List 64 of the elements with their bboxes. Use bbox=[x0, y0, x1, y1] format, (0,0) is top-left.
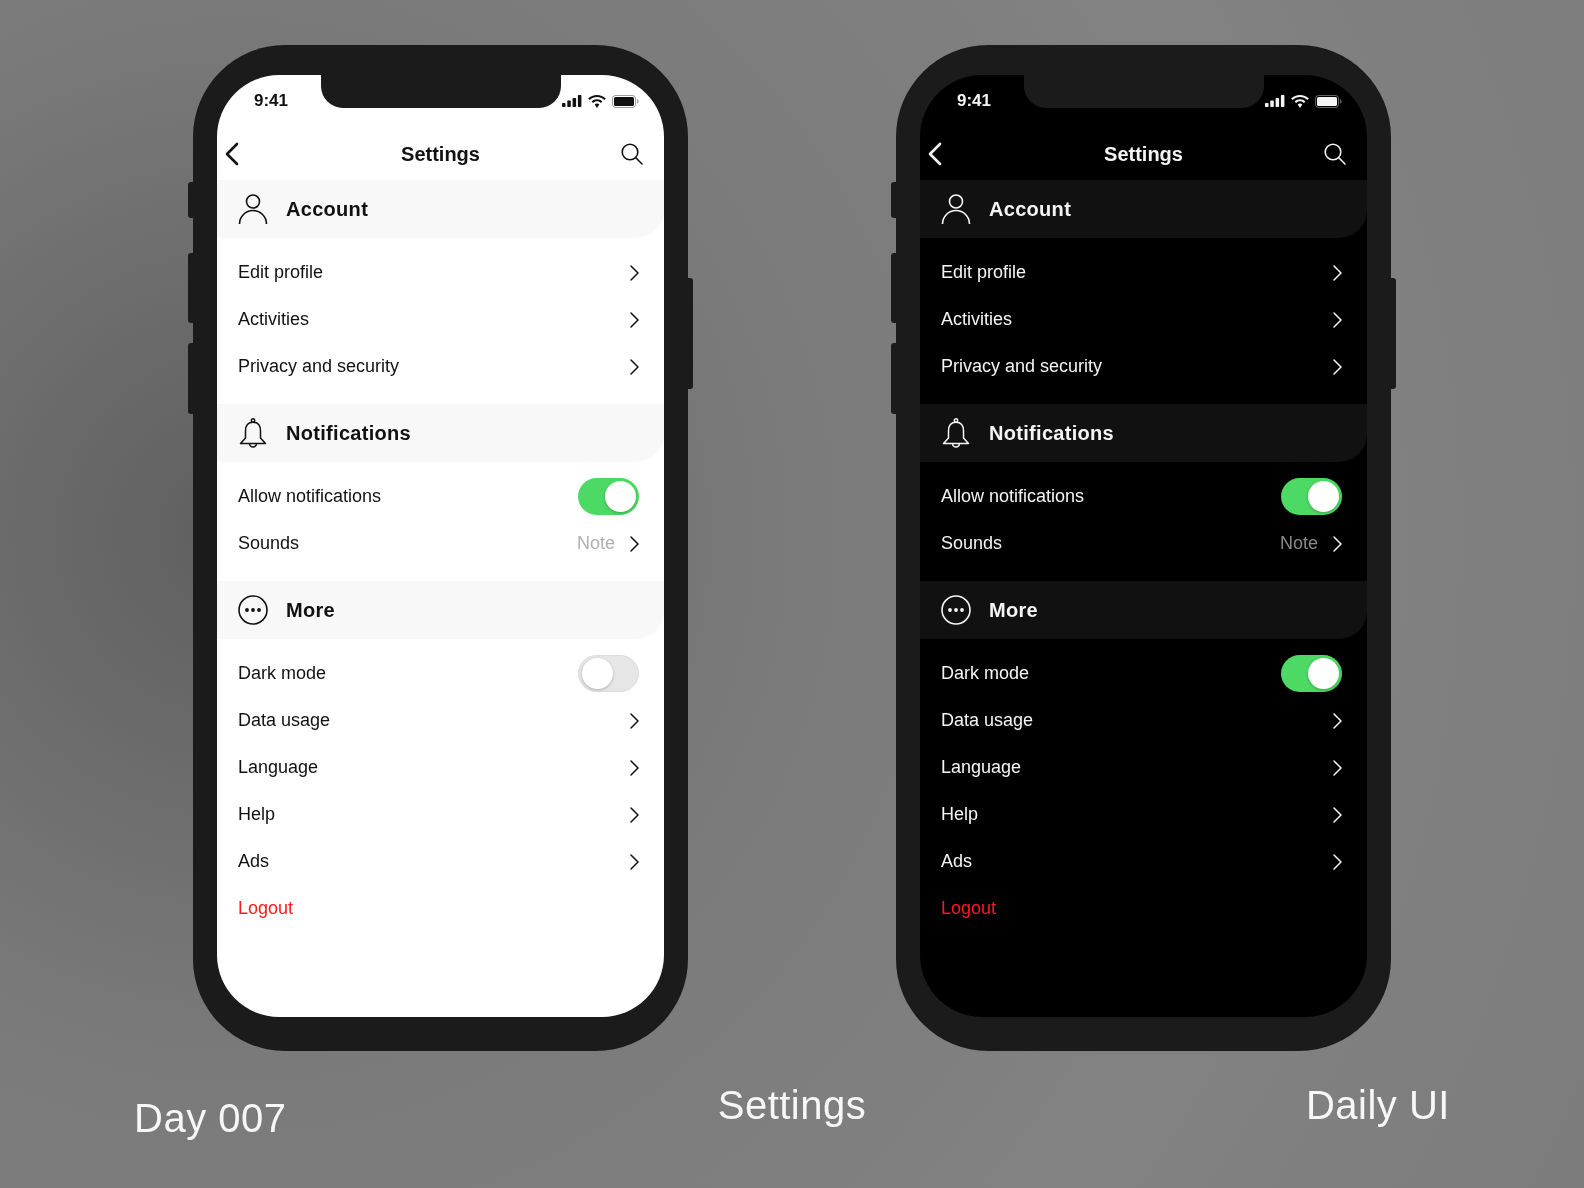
logout-link[interactable]: Logout bbox=[941, 895, 997, 922]
row-label[interactable]: Help bbox=[941, 801, 979, 828]
row-label: Dark mode bbox=[941, 662, 1030, 685]
caption-text: Settings bbox=[717, 1085, 867, 1125]
chevron-right-icon[interactable] bbox=[630, 712, 639, 729]
chevron-right-icon[interactable] bbox=[630, 311, 639, 328]
row-label: Dark mode bbox=[238, 662, 327, 685]
row-label[interactable]: Ads bbox=[238, 848, 270, 875]
status-time: 9:41 bbox=[957, 90, 992, 113]
chevron-left-icon[interactable] bbox=[225, 141, 239, 166]
row-label[interactable]: Sounds bbox=[238, 530, 300, 557]
section-title: More bbox=[989, 598, 1038, 623]
row-label[interactable]: Language bbox=[238, 754, 319, 781]
toggle-switch[interactable] bbox=[578, 478, 639, 515]
more-dots-icon bbox=[238, 595, 268, 625]
signal-icon bbox=[562, 95, 582, 107]
caption-text: Daily UI bbox=[1305, 1085, 1450, 1125]
chevron-right-icon[interactable] bbox=[630, 853, 639, 870]
bell-icon bbox=[941, 417, 971, 449]
screen-title: Settings bbox=[401, 141, 480, 167]
row-label[interactable]: Privacy and security bbox=[941, 353, 1103, 380]
person-icon bbox=[941, 194, 971, 224]
section-title: Notifications bbox=[286, 421, 411, 446]
status-time: 9:41 bbox=[254, 90, 289, 113]
chevron-right-icon[interactable] bbox=[630, 264, 639, 281]
chevron-right-icon[interactable] bbox=[630, 759, 639, 776]
search-icon[interactable] bbox=[621, 142, 643, 165]
search-icon[interactable] bbox=[1324, 142, 1346, 165]
row-label[interactable]: Ads bbox=[941, 848, 973, 875]
row-label: Allow notifications bbox=[941, 485, 1085, 508]
row-label[interactable]: Edit profile bbox=[238, 259, 324, 286]
row-value: Note bbox=[576, 532, 615, 555]
chevron-right-icon[interactable] bbox=[630, 535, 639, 552]
toggle-switch[interactable] bbox=[1281, 478, 1342, 515]
person-icon bbox=[238, 194, 268, 224]
row-label[interactable]: Sounds bbox=[941, 530, 1003, 557]
logout-link[interactable]: Logout bbox=[238, 895, 294, 922]
wifi-icon bbox=[1291, 94, 1309, 108]
toggle-switch[interactable] bbox=[578, 655, 639, 692]
caption-text: Day 007 bbox=[134, 1098, 287, 1138]
row-label[interactable]: Help bbox=[238, 801, 276, 828]
section-title: Account bbox=[286, 197, 369, 222]
screen-title: Settings bbox=[1104, 141, 1183, 167]
row-label[interactable]: Activities bbox=[238, 306, 309, 333]
row-label[interactable]: Edit profile bbox=[941, 259, 1027, 286]
section-title: Notifications bbox=[989, 421, 1114, 446]
row-value: Note bbox=[1279, 532, 1318, 555]
battery-icon bbox=[612, 94, 639, 108]
chevron-right-icon[interactable] bbox=[630, 358, 639, 375]
signal-icon bbox=[1265, 95, 1285, 107]
row-label[interactable]: Data usage bbox=[238, 707, 331, 734]
row-label[interactable]: Language bbox=[941, 754, 1022, 781]
row-label[interactable]: Activities bbox=[941, 306, 1012, 333]
row-label: Allow notifications bbox=[238, 485, 382, 508]
toggle-switch[interactable] bbox=[1281, 655, 1342, 692]
battery-icon bbox=[1315, 94, 1342, 108]
section-title: Account bbox=[989, 197, 1072, 222]
chevron-right-icon[interactable] bbox=[630, 806, 639, 823]
row-label[interactable]: Data usage bbox=[941, 707, 1034, 734]
bell-icon bbox=[238, 417, 268, 449]
more-dots-icon bbox=[941, 595, 971, 625]
section-title: More bbox=[286, 598, 335, 623]
row-label[interactable]: Privacy and security bbox=[238, 353, 400, 380]
wifi-icon bbox=[588, 94, 606, 108]
